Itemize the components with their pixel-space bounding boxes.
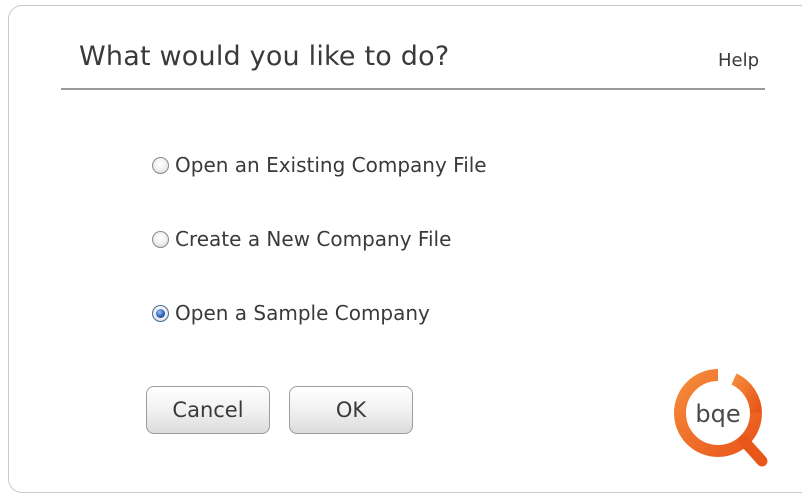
radio-open-sample-company[interactable] (152, 304, 169, 322)
option-label: Create a New Company File (175, 227, 452, 251)
dialog-title: What would you like to do? (79, 41, 450, 72)
option-create-new-company[interactable]: Create a New Company File (152, 225, 451, 253)
help-link[interactable]: Help (718, 50, 759, 71)
logo-tail (738, 435, 768, 467)
cancel-button[interactable]: Cancel (146, 386, 270, 434)
dialog-header: What would you like to do? Help (61, 36, 765, 90)
radio-create-new-company[interactable] (152, 230, 169, 248)
option-label: Open an Existing Company File (175, 153, 487, 177)
option-open-sample-company[interactable]: Open a Sample Company (152, 299, 430, 327)
radio-open-existing-company[interactable] (152, 156, 169, 174)
option-label: Open a Sample Company (175, 301, 430, 325)
startup-dialog: What would you like to do? Help Open an … (8, 5, 802, 493)
bqe-logo-icon: bqe (674, 369, 768, 467)
ok-button[interactable]: OK (289, 386, 413, 434)
logo-text: bqe (695, 400, 740, 428)
option-open-existing-company[interactable]: Open an Existing Company File (152, 151, 487, 179)
